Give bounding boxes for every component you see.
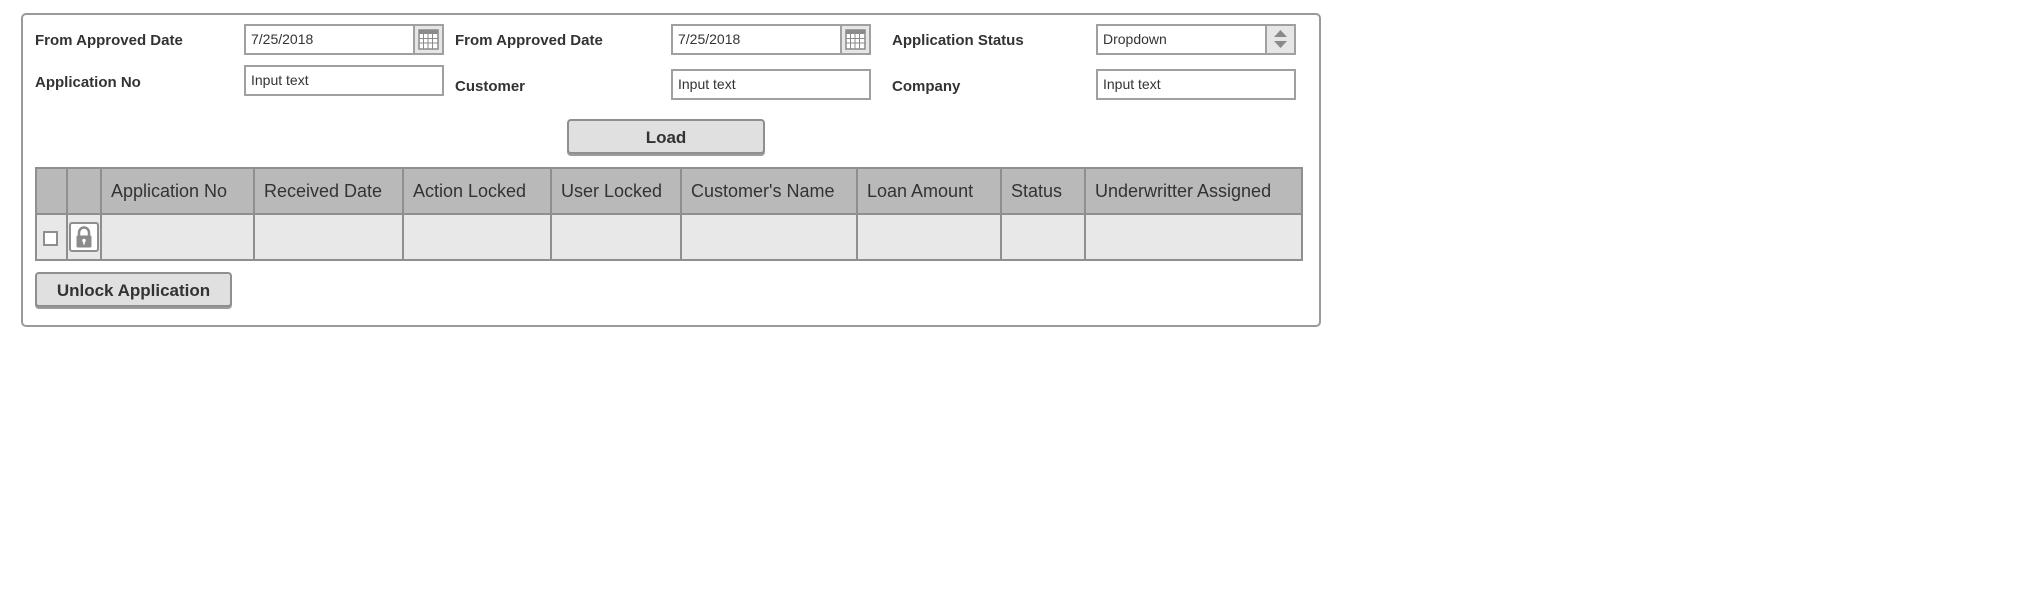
application-status-dropdown[interactable]: Dropdown [1096, 24, 1296, 55]
updown-arrows-icon[interactable] [1265, 26, 1294, 53]
application-status-label: Application Status [892, 32, 1024, 49]
cell-loan-amount [856, 213, 1002, 261]
application-filter-panel: From Approved Date From Approved Date Ap… [21, 13, 1321, 327]
column-header-customers-name[interactable]: Customer's Name [680, 167, 858, 215]
row-select-cell [35, 213, 68, 261]
column-header-user-locked[interactable]: User Locked [550, 167, 682, 215]
from-approved-date-field[interactable]: 7/25/2018 [244, 24, 444, 55]
customer-input[interactable]: Input text [671, 69, 871, 100]
company-placeholder: Input text [1103, 76, 1161, 92]
company-label: Company [892, 78, 961, 95]
select-column-header [35, 167, 68, 215]
from-approved-date-field-2[interactable]: 7/25/2018 [671, 24, 871, 55]
row-lock-cell [66, 213, 102, 261]
applications-table: Application No Received Date Action Lock… [35, 167, 1303, 261]
column-header-status[interactable]: Status [1000, 167, 1086, 215]
application-no-input[interactable]: Input text [244, 65, 444, 96]
cell-received-date [253, 213, 404, 261]
cell-status [1000, 213, 1086, 261]
table-header-row: Application No Received Date Action Lock… [35, 167, 1303, 215]
from-approved-date-label: From Approved Date [35, 32, 183, 49]
lock-icon[interactable] [69, 222, 99, 252]
cell-action-locked [402, 213, 552, 261]
from-approved-date-value-2: 7/25/2018 [678, 31, 741, 47]
column-header-underwritter-assigned[interactable]: Underwritter Assigned [1084, 167, 1303, 215]
table-row[interactable] [35, 213, 1303, 261]
unlock-application-button[interactable]: Unlock Application [35, 272, 232, 307]
customer-placeholder: Input text [678, 76, 736, 92]
column-header-loan-amount[interactable]: Loan Amount [856, 167, 1002, 215]
from-approved-date-label-2: From Approved Date [455, 32, 603, 49]
customer-label: Customer [455, 78, 526, 95]
cell-user-locked [550, 213, 682, 261]
from-approved-date-value: 7/25/2018 [251, 31, 314, 47]
application-no-label: Application No [35, 74, 141, 91]
column-header-received-date[interactable]: Received Date [253, 167, 404, 215]
application-no-placeholder: Input text [251, 72, 309, 88]
column-header-action-locked[interactable]: Action Locked [402, 167, 552, 215]
lock-column-header [66, 167, 102, 215]
application-status-value: Dropdown [1103, 31, 1167, 47]
calendar-icon[interactable] [413, 26, 442, 53]
cell-application-no [100, 213, 255, 261]
company-input[interactable]: Input text [1096, 69, 1296, 100]
column-header-application-no[interactable]: Application No [100, 167, 255, 215]
load-button[interactable]: Load [567, 119, 765, 154]
cell-underwritter-assigned [1084, 213, 1303, 261]
cell-customers-name [680, 213, 858, 261]
calendar-icon[interactable] [840, 26, 869, 53]
row-checkbox[interactable] [43, 230, 58, 246]
